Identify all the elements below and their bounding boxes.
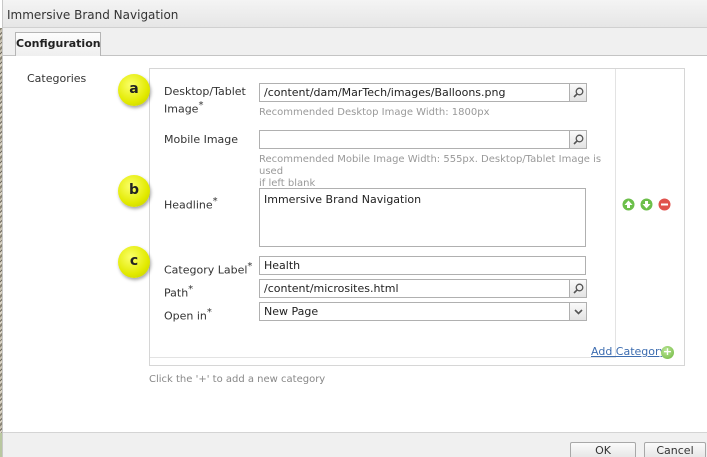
path-field[interactable]: /content/microsites.html bbox=[259, 279, 571, 298]
category-label-field[interactable]: Health bbox=[259, 256, 586, 275]
required-marker: * bbox=[188, 284, 194, 295]
category-panel: Desktop/Tablet Image* /content/dam/MarTe… bbox=[149, 68, 685, 366]
required-marker: * bbox=[247, 261, 253, 272]
chevron-down-icon bbox=[574, 309, 583, 315]
arrow-down-icon[interactable] bbox=[640, 198, 654, 212]
callout-a: a bbox=[118, 74, 150, 106]
category-item: Desktop/Tablet Image* /content/dam/MarTe… bbox=[150, 69, 616, 358]
arrow-up-icon[interactable] bbox=[622, 198, 636, 212]
dialog-titlebar[interactable]: Immersive Brand Navigation bbox=[3, 0, 707, 28]
dialog-footer: OK Cancel bbox=[3, 432, 707, 457]
magnifier-icon bbox=[573, 283, 584, 294]
magnifier-icon bbox=[573, 87, 584, 98]
desktop-image-field[interactable]: /content/dam/MarTech/images/Balloons.png bbox=[259, 83, 571, 102]
row-actions bbox=[622, 198, 682, 214]
category-label-label: Category Label* bbox=[164, 260, 252, 278]
mobile-image-browse-button[interactable] bbox=[569, 130, 587, 149]
add-category-link[interactable]: Add Category bbox=[591, 345, 666, 358]
mobile-image-hint-line1: Recommended Mobile Image Width: 555px. D… bbox=[259, 154, 602, 177]
add-category-hint: Click the '+' to add a new category bbox=[149, 374, 326, 385]
open-in-label: Open in* bbox=[164, 306, 212, 324]
mobile-image-hint: Recommended Mobile Image Width: 555px. D… bbox=[259, 154, 615, 190]
desktop-image-label-line2: Image bbox=[164, 102, 199, 116]
desktop-image-browse-button[interactable] bbox=[569, 83, 587, 102]
callout-b: b bbox=[118, 175, 150, 207]
open-in-dropdown-button[interactable] bbox=[569, 302, 587, 321]
desktop-image-hint: Recommended Desktop Image Width: 1800px bbox=[259, 107, 490, 118]
magnifier-icon bbox=[573, 134, 584, 145]
path-label-text: Path bbox=[164, 286, 189, 300]
categories-label: Categories bbox=[27, 72, 87, 85]
dialog-title: Immersive Brand Navigation bbox=[7, 8, 179, 22]
path-browse-button[interactable] bbox=[569, 279, 587, 298]
required-marker: * bbox=[198, 100, 204, 111]
open-in-select[interactable]: New Page bbox=[259, 302, 571, 321]
dialog-content: Categories Desktop/Tablet Image* /conten… bbox=[3, 56, 707, 432]
category-label-label-text: Category Label bbox=[164, 263, 248, 277]
tab-configuration[interactable]: Configuration bbox=[15, 32, 101, 57]
desktop-image-label-line1: Desktop/Tablet bbox=[164, 85, 246, 98]
remove-icon[interactable] bbox=[658, 198, 672, 212]
mobile-image-field[interactable] bbox=[259, 130, 571, 149]
callout-c: c bbox=[118, 246, 150, 278]
headline-label-text: Headline bbox=[164, 198, 213, 212]
open-in-label-text: Open in bbox=[164, 309, 207, 323]
required-marker: * bbox=[206, 307, 212, 318]
ok-button[interactable]: OK bbox=[570, 442, 636, 457]
add-icon[interactable]: + bbox=[661, 346, 674, 359]
required-marker: * bbox=[212, 196, 218, 207]
headline-label: Headline* bbox=[164, 195, 218, 213]
dialog: Immersive Brand Navigation Configuration… bbox=[2, 0, 707, 457]
cancel-button[interactable]: Cancel bbox=[644, 442, 706, 457]
headline-field[interactable]: Immersive Brand Navigation bbox=[259, 188, 586, 247]
path-label: Path* bbox=[164, 283, 193, 301]
desktop-image-label: Desktop/Tablet Image* bbox=[164, 85, 246, 117]
tab-bar: Configuration bbox=[3, 28, 707, 57]
mobile-image-label: Mobile Image bbox=[164, 133, 239, 146]
